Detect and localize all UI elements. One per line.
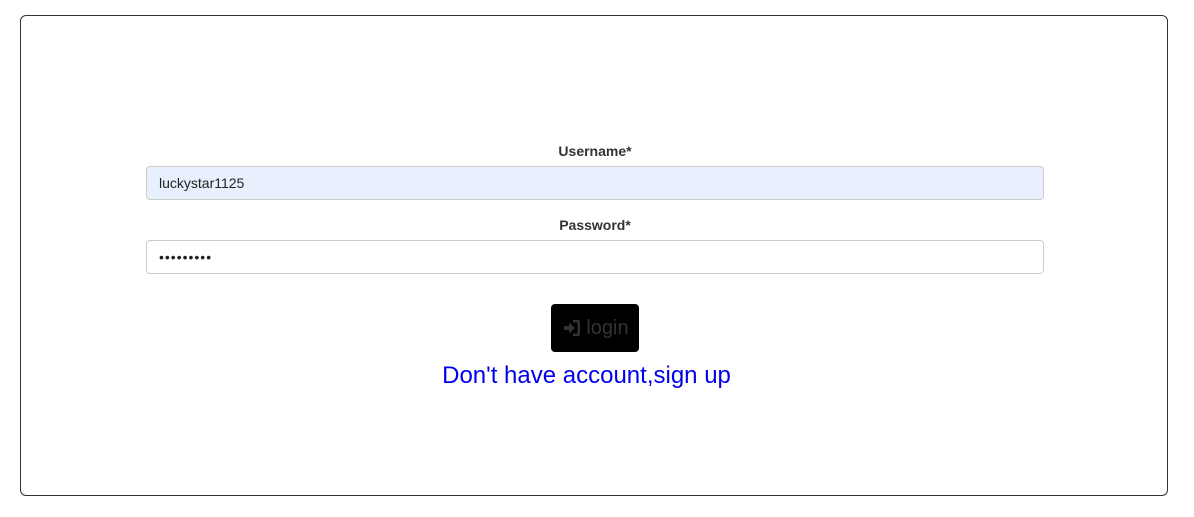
signup-link[interactable]: Don't have account,sign up: [21, 362, 1152, 390]
username-input[interactable]: [146, 166, 1044, 200]
password-input[interactable]: [146, 240, 1044, 274]
sign-in-icon: [561, 317, 583, 339]
username-label: Username*: [558, 143, 632, 159]
password-label: Password*: [559, 217, 631, 233]
login-button[interactable]: login: [551, 304, 639, 352]
login-button-label: login: [586, 316, 629, 339]
login-card: Username* Password* login Don't have acc…: [20, 15, 1168, 496]
